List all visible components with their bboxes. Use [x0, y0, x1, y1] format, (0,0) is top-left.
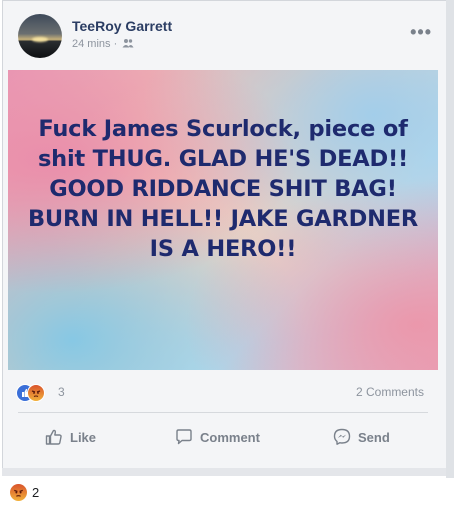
meta-separator: ·	[113, 38, 118, 50]
send-button[interactable]: Send	[332, 426, 390, 448]
friends-icon	[122, 39, 134, 48]
angry-icon	[10, 483, 27, 501]
post-meta: 24 mins ·	[72, 38, 134, 50]
reaction-count[interactable]: 3	[58, 385, 65, 399]
post-timestamp[interactable]: 24 mins	[72, 38, 111, 50]
comment-label: Comment	[200, 429, 260, 445]
like-label: Like	[70, 429, 97, 445]
post-bottom-border	[2, 468, 446, 476]
messenger-icon	[333, 428, 351, 445]
action-bar: Like Comment Send	[10, 420, 436, 454]
more-options-button[interactable]: •••	[410, 22, 432, 43]
post-header: TeeRoy Garrett 24 mins · •••	[10, 8, 440, 64]
reaction-stats-row: 3 2 Comments	[10, 380, 436, 406]
divider	[18, 412, 428, 413]
author-name[interactable]: TeeRoy Garrett	[72, 18, 172, 34]
message-reactions[interactable]: 2	[10, 482, 39, 502]
avatar[interactable]	[18, 14, 62, 58]
scroll-gutter	[446, 0, 454, 478]
send-label: Send	[358, 429, 390, 445]
avatar-sunset	[32, 37, 48, 42]
reaction-count-footer: 2	[32, 484, 40, 500]
banner-text: Fuck James Scurlock, piece of shit THUG.…	[27, 116, 419, 262]
thumbs-up-icon	[45, 429, 62, 445]
angry-icon	[27, 384, 45, 402]
comment-icon	[176, 429, 192, 445]
comments-count[interactable]: 2 Comments	[356, 385, 424, 399]
text-banner: Fuck James Scurlock, piece of shit THUG.…	[8, 70, 438, 370]
like-button[interactable]: Like	[44, 426, 96, 448]
reaction-icons[interactable]	[16, 384, 56, 402]
comment-button[interactable]: Comment	[174, 426, 260, 448]
